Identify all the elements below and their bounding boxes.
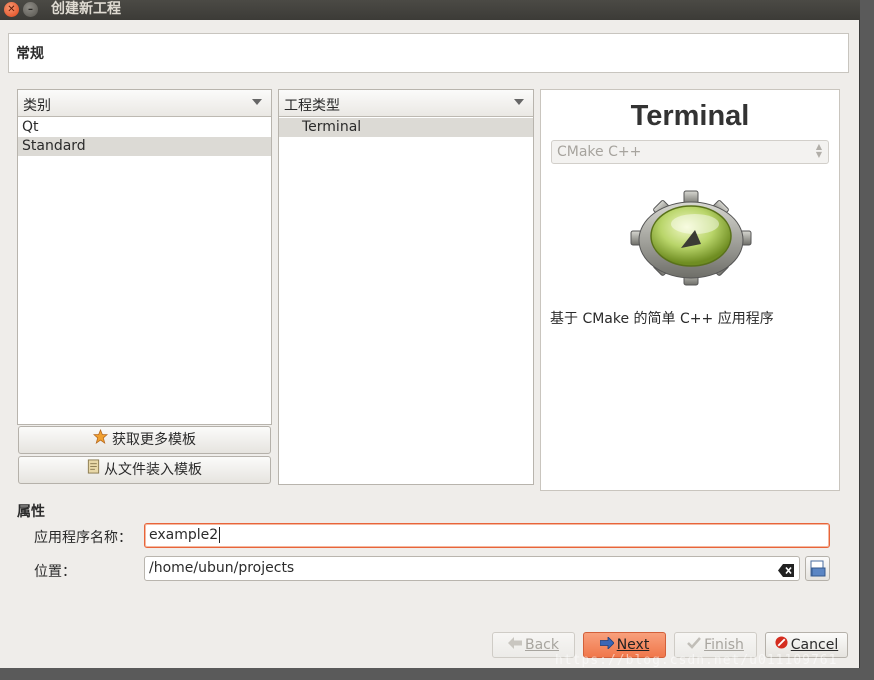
list-item-terminal[interactable]: Terminal [279,118,533,137]
list-item-standard[interactable]: Standard [18,137,271,156]
location-input[interactable]: /home/ubun/projects [144,556,800,581]
template-description: 基于 CMake 的简单 C++ 应用程序 [550,311,774,327]
location-value: /home/ubun/projects [149,560,295,576]
watermark-text: https://blog.csdn.net/u011109761 [555,653,838,668]
chevron-down-icon [514,99,524,105]
get-more-templates-button[interactable]: 获取更多模板 [18,426,271,454]
chevron-down-icon [252,99,262,105]
new-project-dialog: ✕ – 创建新工程 常规 类别 Qt Standard 获取更多模板 从文件装入… [0,0,860,668]
app-name-value: example2 [149,527,219,543]
build-system-select[interactable]: CMake C++ ▲ ▼ [551,140,829,164]
folder-icon [810,560,826,581]
template-preview: Terminal CMake C++ ▲ ▼ 基于 CMake 的简单 C++ … [540,89,840,491]
browse-folder-button[interactable] [805,556,830,581]
location-label: 位置： [34,564,76,580]
back-label: Back [525,637,559,653]
properties-section-label: 属性 [17,504,45,520]
project-type-combo-label: 工程类型 [284,98,340,114]
category-combo-label: 类别 [23,98,51,114]
minimize-window-button[interactable]: – [23,2,38,17]
get-more-templates-label: 获取更多模板 [112,432,196,448]
general-header: 常规 [8,33,849,73]
finish-label: Finish [704,637,744,653]
header-title: 常规 [16,46,44,62]
cancel-label: Cancel [790,637,839,653]
project-type-list: 工程类型 Terminal [278,89,534,485]
list-item-label: Standard [22,138,86,154]
load-template-from-file-button[interactable]: 从文件装入模板 [18,456,271,484]
text-caret [219,527,221,543]
document-icon [87,457,100,483]
app-name-input[interactable]: example2 [144,523,830,548]
build-system-value: CMake C++ [557,144,642,160]
load-template-label: 从文件装入模板 [104,462,202,478]
next-label: Next [616,637,650,653]
arrow-left-icon [508,633,522,657]
list-item-label: Terminal [302,119,362,135]
window-title: 创建新工程 [51,1,121,17]
app-name-label: 应用程序名称： [34,530,132,546]
category-list: 类别 Qt Standard [17,89,272,425]
clear-text-icon[interactable] [778,562,794,577]
close-window-button[interactable]: ✕ [4,2,19,17]
list-item-qt[interactable]: Qt [18,118,271,137]
spinner-arrows-icon: ▲ ▼ [815,142,822,159]
category-combo[interactable]: 类别 [18,90,271,117]
preview-title: Terminal [630,100,750,132]
title-bar: ✕ – 创建新工程 [0,0,860,20]
project-type-combo[interactable]: 工程类型 [279,90,533,117]
star-icon [92,427,109,453]
kdevelop-gear-icon [629,190,753,290]
list-item-label: Qt [22,119,39,135]
